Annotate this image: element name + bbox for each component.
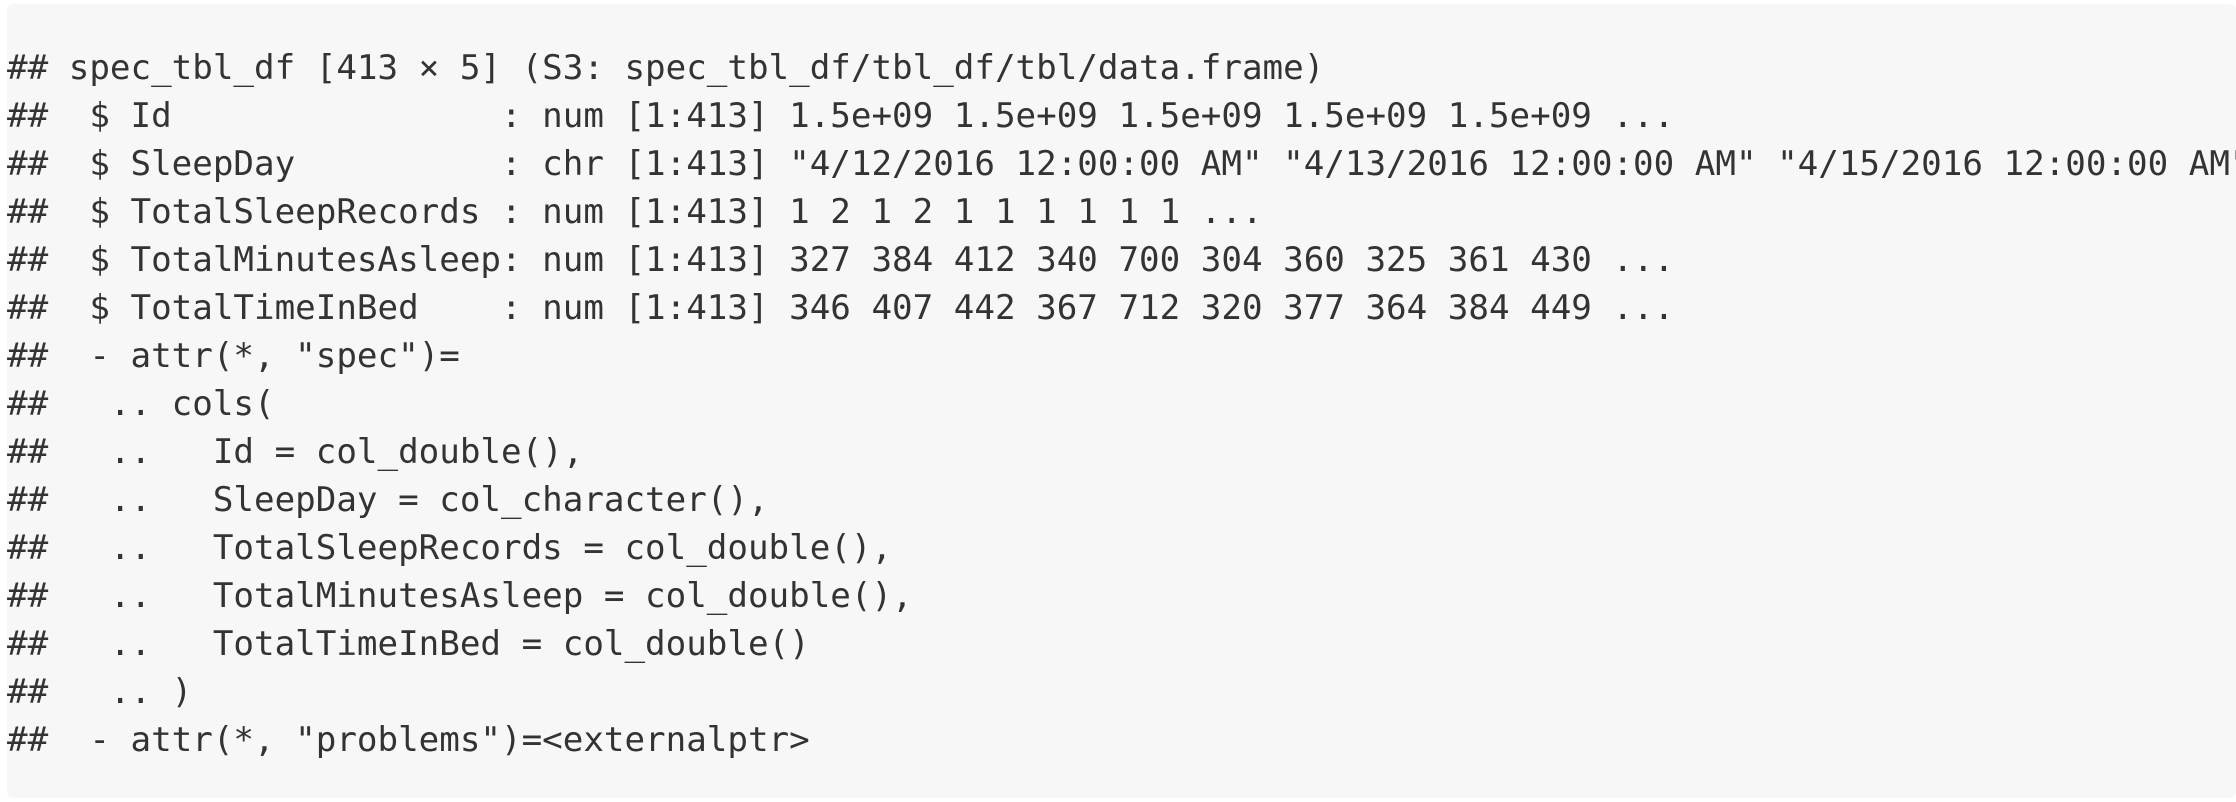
output-line-spec-attr: ## - attr(*, "spec")=: [7, 336, 460, 376]
output-line-cols-open: ## .. cols(: [7, 384, 275, 424]
output-line-totalsleeprecords-column: ## $ TotalSleepRecords : num [1:413] 1 2…: [7, 192, 1263, 232]
output-line-totaltimeinbed-column: ## $ TotalTimeInBed : num [1:413] 346 40…: [7, 288, 1675, 328]
output-line-sleepday-column: ## $ SleepDay : chr [1:413] "4/12/2016 1…: [7, 144, 2236, 184]
output-line-str-header: ## spec_tbl_df [413 × 5] (S3: spec_tbl_d…: [7, 48, 1325, 88]
output-line-spec-sleepday: ## .. SleepDay = col_character(),: [7, 480, 769, 520]
output-line-problems-attr: ## - attr(*, "problems")=<externalptr>: [7, 720, 810, 760]
output-line-spec-totalsleeprecords: ## .. TotalSleepRecords = col_double(),: [7, 528, 893, 568]
output-line-id-column: ## $ Id : num [1:413] 1.5e+09 1.5e+09 1.…: [7, 96, 1675, 136]
r-console-output-block: ## spec_tbl_df [413 × 5] (S3: spec_tbl_d…: [7, 4, 2236, 798]
output-line-spec-id: ## .. Id = col_double(),: [7, 432, 584, 472]
output-line-totalminutesasleep-column: ## $ TotalMinutesAsleep: num [1:413] 327…: [7, 240, 1675, 280]
output-line-spec-totaltimeinbed: ## .. TotalTimeInBed = col_double(): [7, 624, 810, 664]
output-line-spec-totalminutesasleep: ## .. TotalMinutesAsleep = col_double(),: [7, 576, 913, 616]
output-line-cols-close: ## .. ): [7, 672, 193, 712]
